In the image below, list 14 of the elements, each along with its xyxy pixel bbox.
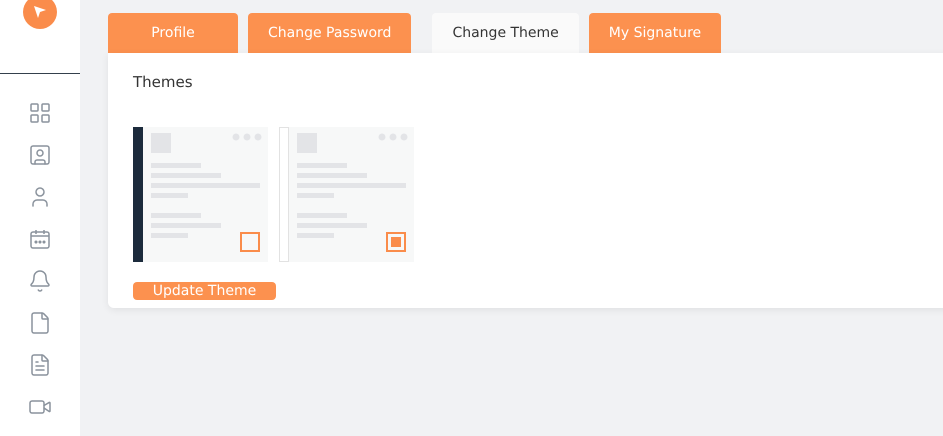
update-theme-button[interactable]: Update Theme [133,282,276,300]
grid-icon[interactable] [28,101,52,125]
tab[interactable]: Profile [108,13,238,53]
calendar-icon[interactable] [28,227,52,251]
tab[interactable]: Change Theme [432,13,579,53]
theme-checkbox[interactable] [386,232,406,252]
theme-checkbox[interactable] [240,232,260,252]
contact-card-icon[interactable] [28,143,52,167]
logo-icon[interactable] [23,0,57,29]
tab[interactable]: My Signature [588,13,722,53]
section-title: Themes [133,73,194,91]
theme-preview[interactable] [133,127,268,262]
tab[interactable]: Change Password [248,13,412,53]
bell-icon[interactable] [28,269,52,293]
